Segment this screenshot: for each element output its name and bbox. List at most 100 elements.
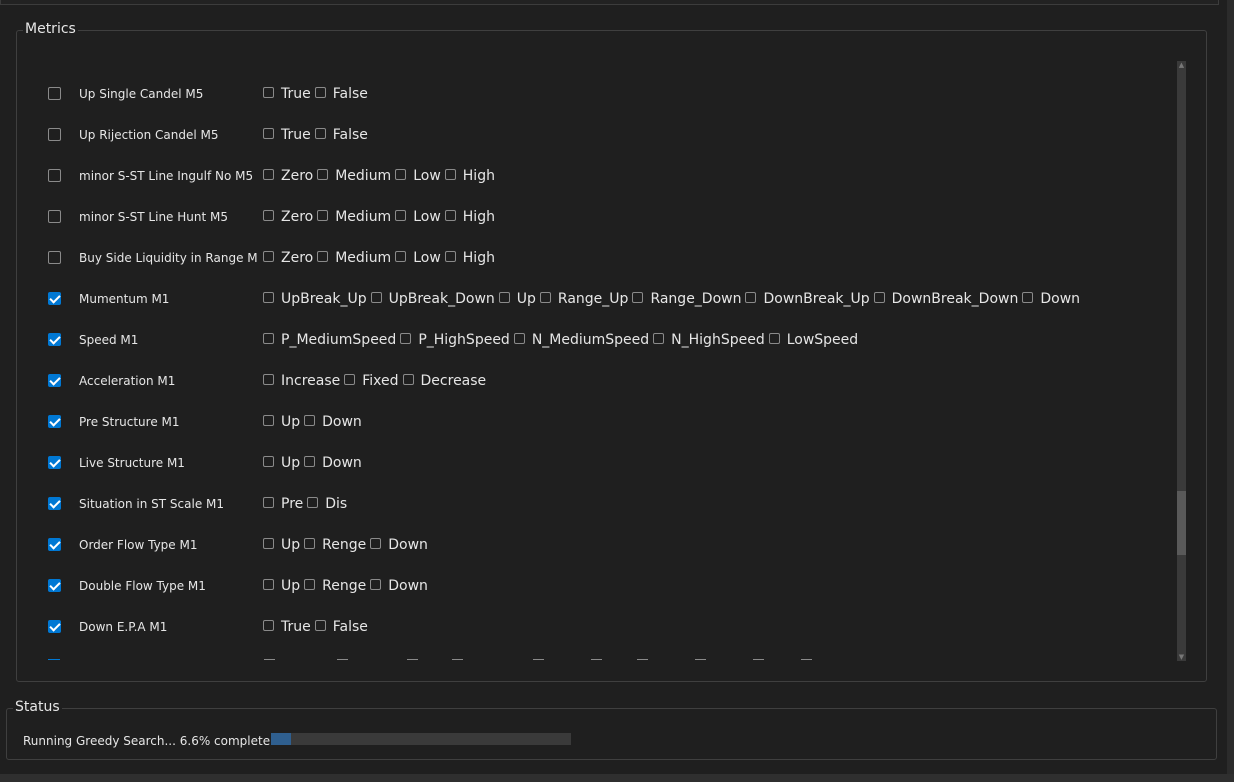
option-checkbox-box[interactable] <box>539 291 551 303</box>
option-checkbox-box[interactable] <box>444 168 456 180</box>
option-checkbox[interactable]: LowSpeed <box>768 332 858 348</box>
option-checkbox[interactable]: Renge <box>304 537 366 553</box>
option-checkbox-box[interactable] <box>263 373 274 385</box>
option-checkbox-box[interactable] <box>402 373 414 385</box>
option-checkbox-box[interactable] <box>370 578 382 590</box>
option-checkbox-box[interactable] <box>263 332 274 344</box>
metric-enable-checkbox[interactable] <box>48 292 61 305</box>
metric-enable-checkbox[interactable] <box>48 620 61 633</box>
option-checkbox-box[interactable] <box>444 209 456 221</box>
option-checkbox[interactable]: N_HighSpeed <box>653 332 765 348</box>
option-checkbox-box[interactable] <box>395 209 407 221</box>
metric-enable-checkbox[interactable] <box>48 538 61 551</box>
metric-enable-checkbox[interactable] <box>48 169 61 182</box>
option-checkbox-box[interactable] <box>304 578 316 590</box>
option-checkbox[interactable]: Zero <box>263 250 313 266</box>
chevron-up-icon[interactable]: ▲ <box>1177 61 1186 69</box>
option-checkbox-box[interactable] <box>370 537 382 549</box>
option-checkbox-box[interactable] <box>263 86 274 98</box>
option-checkbox-box[interactable] <box>370 291 382 303</box>
option-checkbox-box[interactable] <box>263 414 274 426</box>
option-checkbox-box[interactable] <box>314 86 326 98</box>
option-checkbox-box[interactable] <box>873 291 885 303</box>
metric-enable-checkbox[interactable] <box>48 333 61 346</box>
metric-enable-checkbox[interactable] <box>48 251 61 264</box>
option-checkbox[interactable]: True <box>263 127 311 143</box>
option-checkbox-box[interactable] <box>304 537 316 549</box>
option-checkbox[interactable]: UpBreak_Down <box>370 291 495 307</box>
option-checkbox[interactable]: Up <box>263 578 300 594</box>
option-checkbox[interactable]: High <box>444 168 495 184</box>
option-checkbox[interactable]: Pre <box>263 496 303 512</box>
option-checkbox-box[interactable] <box>263 127 274 139</box>
option-checkbox[interactable]: Increase <box>263 373 340 389</box>
option-checkbox[interactable]: Medium <box>317 168 391 184</box>
option-checkbox-box[interactable] <box>263 291 274 303</box>
option-checkbox-box[interactable] <box>317 168 329 180</box>
option-checkbox-box[interactable] <box>263 209 274 221</box>
option-checkbox-box[interactable] <box>395 168 407 180</box>
option-checkbox[interactable]: Down <box>370 537 428 553</box>
option-checkbox[interactable]: DownBreak_Down <box>873 291 1018 307</box>
metric-enable-checkbox[interactable] <box>48 456 61 469</box>
option-checkbox[interactable]: Medium <box>317 250 391 266</box>
option-checkbox-box[interactable] <box>444 250 456 262</box>
option-checkbox-box[interactable] <box>314 619 326 631</box>
metric-enable-checkbox[interactable] <box>48 497 61 510</box>
option-checkbox[interactable]: Range_Up <box>539 291 628 307</box>
option-checkbox-box[interactable] <box>263 619 274 631</box>
metric-enable-checkbox[interactable] <box>48 210 61 223</box>
metric-enable-checkbox[interactable] <box>48 374 61 387</box>
option-checkbox[interactable]: True <box>263 86 311 102</box>
option-checkbox[interactable]: High <box>444 209 495 225</box>
option-checkbox-box[interactable] <box>314 127 326 139</box>
vertical-scrollbar[interactable]: ▲ ▼ <box>1177 61 1186 661</box>
option-checkbox[interactable]: True <box>263 619 311 635</box>
option-checkbox-box[interactable] <box>344 373 356 385</box>
option-checkbox[interactable]: DownBreak_Up <box>745 291 870 307</box>
option-checkbox[interactable]: UpBreak_Up <box>263 291 367 307</box>
option-checkbox[interactable]: Dis <box>307 496 347 512</box>
option-checkbox-box[interactable] <box>263 537 274 549</box>
option-checkbox-box[interactable] <box>768 332 780 344</box>
option-checkbox-box[interactable] <box>307 496 319 508</box>
option-checkbox[interactable]: Down <box>304 414 362 430</box>
option-checkbox-box[interactable] <box>263 250 274 262</box>
option-checkbox-box[interactable] <box>263 455 274 467</box>
metric-enable-checkbox[interactable] <box>48 87 61 100</box>
option-checkbox[interactable]: Down <box>1022 291 1080 307</box>
option-checkbox-box[interactable] <box>304 414 316 426</box>
option-checkbox[interactable]: Range_Down <box>632 291 741 307</box>
option-checkbox[interactable]: Up <box>263 414 300 430</box>
option-checkbox-box[interactable] <box>513 332 525 344</box>
option-checkbox[interactable]: False <box>314 127 368 143</box>
option-checkbox[interactable]: Decrease <box>402 373 486 389</box>
option-checkbox-box[interactable] <box>1022 291 1034 303</box>
option-checkbox-box[interactable] <box>745 291 757 303</box>
option-checkbox-box[interactable] <box>632 291 644 303</box>
option-checkbox[interactable]: Up <box>498 291 536 307</box>
option-checkbox[interactable]: Down <box>304 455 362 471</box>
option-checkbox-box[interactable] <box>317 250 329 262</box>
option-checkbox[interactable]: Renge <box>304 578 366 594</box>
scrollbar-thumb[interactable] <box>1177 491 1186 555</box>
option-checkbox-box[interactable] <box>263 496 274 508</box>
option-checkbox[interactable]: False <box>314 86 368 102</box>
option-checkbox-box[interactable] <box>317 209 329 221</box>
option-checkbox-box[interactable] <box>304 455 316 467</box>
option-checkbox-box[interactable] <box>395 250 407 262</box>
option-checkbox[interactable]: Medium <box>317 209 391 225</box>
option-checkbox[interactable]: High <box>444 250 495 266</box>
option-checkbox[interactable]: N_MediumSpeed <box>513 332 649 348</box>
metric-enable-checkbox[interactable] <box>48 415 61 428</box>
option-checkbox[interactable]: Low <box>395 168 441 184</box>
option-checkbox[interactable]: P_HighSpeed <box>400 332 510 348</box>
option-checkbox-box[interactable] <box>498 291 510 303</box>
option-checkbox[interactable]: Up <box>263 455 300 471</box>
option-checkbox[interactable]: P_MediumSpeed <box>263 332 396 348</box>
metric-enable-checkbox[interactable] <box>48 128 61 141</box>
option-checkbox-box[interactable] <box>653 332 665 344</box>
option-checkbox[interactable]: Zero <box>263 168 313 184</box>
option-checkbox[interactable]: Low <box>395 250 441 266</box>
metric-enable-checkbox[interactable] <box>48 579 61 592</box>
